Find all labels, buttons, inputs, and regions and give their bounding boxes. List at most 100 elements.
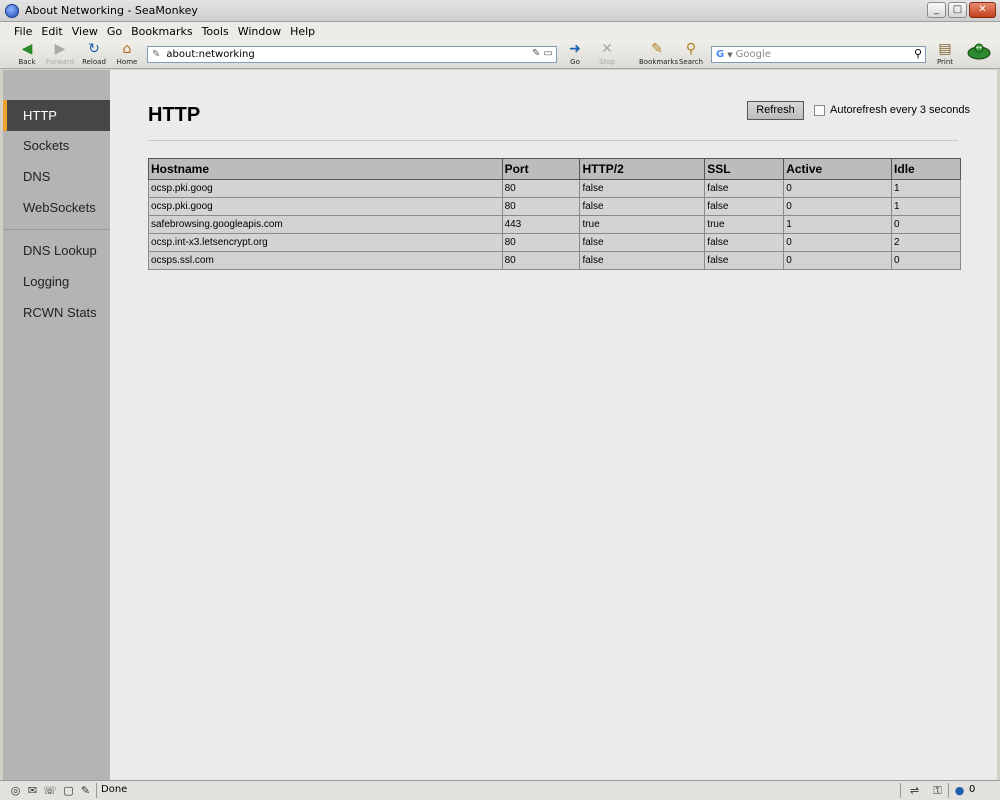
page-icon: ✎ xyxy=(152,49,161,60)
search-button[interactable]: ⚲ Search xyxy=(673,41,709,67)
sidebar-item-dns[interactable]: DNS xyxy=(3,161,110,192)
sidebar-divider xyxy=(3,229,110,230)
search-icon: ⚲ xyxy=(685,41,697,57)
bookmarks-button[interactable]: ✎ Bookmarks xyxy=(639,41,678,67)
cell-active: 0 xyxy=(783,233,893,252)
composer-icon[interactable]: ▢ xyxy=(62,784,75,797)
cell-active: 0 xyxy=(783,251,893,270)
cell-http2: true xyxy=(579,215,706,234)
url-bar[interactable]: ✎ about:networking ✎ ▭ xyxy=(147,46,557,63)
cell-hostname: safebrowsing.googleapis.com xyxy=(148,215,503,234)
chat-icon[interactable]: ☏ xyxy=(43,784,57,797)
search-input[interactable]: Google xyxy=(736,49,771,60)
go-button[interactable]: ➜ Go xyxy=(557,42,593,67)
menu-window[interactable]: Window xyxy=(238,25,281,38)
sidebar-item-rcwn-stats[interactable]: RCWN Stats xyxy=(3,297,110,328)
menu-tools[interactable]: Tools xyxy=(202,25,229,38)
menu-help[interactable]: Help xyxy=(290,25,315,38)
cell-ssl: false xyxy=(704,251,785,270)
cell-port: 443 xyxy=(501,215,581,234)
status-divider xyxy=(948,783,949,798)
online-status-icon[interactable]: ⇌ xyxy=(908,784,921,797)
seamonkey-logo-icon xyxy=(967,43,991,60)
sidebar-item-sockets[interactable]: Sockets xyxy=(3,130,110,161)
print-button[interactable]: ▤ Print xyxy=(927,42,963,67)
reload-button[interactable]: ↻ Reload xyxy=(76,41,112,67)
table-row: ocsp.pki.goog 80 false false 0 1 xyxy=(148,197,961,216)
table-row: ocsps.ssl.com 80 false false 0 0 xyxy=(148,251,961,270)
http-connections-table: Hostname Port HTTP/2 SSL Active Idle ocs… xyxy=(148,158,961,270)
home-icon: ⌂ xyxy=(122,41,132,57)
security-lock-icon: ⚿ xyxy=(933,784,942,797)
cell-port: 80 xyxy=(501,197,581,216)
home-button[interactable]: ⌂ Home xyxy=(109,41,145,67)
url-bar-icons: ✎ ▭ xyxy=(531,48,553,59)
cell-http2: false xyxy=(579,251,706,270)
cell-idle: 0 xyxy=(891,215,961,234)
bookmarks-icon: ✎ xyxy=(651,41,663,57)
menu-bar: File Edit View Go Bookmarks Tools Window… xyxy=(0,22,1000,40)
magnifier-icon[interactable]: ⚲ xyxy=(914,47,922,60)
column-header-http2: HTTP/2 xyxy=(579,158,706,180)
close-button[interactable]: ✕ xyxy=(969,2,996,18)
cell-hostname: ocsp.int-x3.letsencrypt.org xyxy=(148,233,503,252)
maximize-button[interactable]: □ xyxy=(948,2,967,18)
forward-arrow-icon: ▶ xyxy=(54,41,66,57)
menu-view[interactable]: View xyxy=(72,25,98,38)
mail-icon[interactable]: ✉ xyxy=(26,784,39,797)
sidebar-item-dns-lookup[interactable]: DNS Lookup xyxy=(3,235,110,266)
reload-icon: ↻ xyxy=(88,41,100,57)
cell-http2: false xyxy=(579,197,706,216)
google-logo-icon: G xyxy=(716,49,725,60)
cell-idle: 1 xyxy=(891,197,961,216)
back-arrow-icon: ◀ xyxy=(21,41,33,57)
cell-ssl: false xyxy=(704,179,785,198)
search-field[interactable]: G ▼ Google ⚲ xyxy=(711,46,926,63)
notification-icon[interactable]: ● xyxy=(953,784,966,797)
sidebar-item-http[interactable]: HTTP xyxy=(3,100,110,131)
cell-idle: 2 xyxy=(891,233,961,252)
cell-hostname: ocsps.ssl.com xyxy=(148,251,503,270)
cell-active: 0 xyxy=(783,197,893,216)
status-text: Done xyxy=(101,784,128,795)
cell-active: 1 xyxy=(783,215,893,234)
window-controls: _ □ ✕ xyxy=(927,2,996,18)
stop-icon: ✕ xyxy=(601,41,613,57)
address-book-icon[interactable]: ✎ xyxy=(79,784,92,797)
refresh-button[interactable]: Refresh xyxy=(747,101,804,120)
autorefresh-checkbox[interactable] xyxy=(814,105,825,116)
sidebar-item-websockets[interactable]: WebSockets xyxy=(3,192,110,223)
cell-http2: false xyxy=(579,233,706,252)
search-engine-dropdown-icon[interactable]: ▼ xyxy=(727,51,732,59)
forward-button[interactable]: ▶ Forward xyxy=(42,41,78,67)
table-header-row: Hostname Port HTTP/2 SSL Active Idle xyxy=(148,158,961,180)
status-divider xyxy=(96,783,97,798)
menu-bookmarks[interactable]: Bookmarks xyxy=(131,25,192,38)
menu-file[interactable]: File xyxy=(14,25,32,38)
cell-http2: false xyxy=(579,179,706,198)
sidebar-item-logging[interactable]: Logging xyxy=(3,266,110,297)
url-input[interactable]: about:networking xyxy=(166,49,254,60)
notification-count: 0 xyxy=(969,784,976,795)
cell-idle: 0 xyxy=(891,251,961,270)
menu-edit[interactable]: Edit xyxy=(41,25,62,38)
cell-active: 0 xyxy=(783,179,893,198)
cell-idle: 1 xyxy=(891,179,961,198)
table-row: safebrowsing.googleapis.com 443 true tru… xyxy=(148,215,961,234)
column-header-port: Port xyxy=(501,158,581,180)
header-divider xyxy=(148,140,958,141)
autorefresh-label: Autorefresh every 3 seconds xyxy=(830,104,971,116)
menu-go[interactable]: Go xyxy=(107,25,122,38)
title-bar: About Networking - SeaMonkey _ □ ✕ xyxy=(0,0,1000,22)
column-header-active: Active xyxy=(783,158,893,180)
content-area: HTTP Sockets DNS WebSockets DNS Lookup L… xyxy=(3,70,997,780)
main-panel: HTTP Refresh Autorefresh every 3 seconds… xyxy=(110,70,997,780)
minimize-button[interactable]: _ xyxy=(927,2,946,18)
navigator-icon[interactable]: ◎ xyxy=(9,784,22,797)
table-row: ocsp.int-x3.letsencrypt.org 80 false fal… xyxy=(148,233,961,252)
cell-ssl: false xyxy=(704,197,785,216)
column-header-ssl: SSL xyxy=(704,158,785,180)
stop-button[interactable]: ✕ Stop xyxy=(589,41,625,67)
back-button[interactable]: ◀ Back xyxy=(9,41,45,67)
column-header-hostname: Hostname xyxy=(148,158,503,180)
